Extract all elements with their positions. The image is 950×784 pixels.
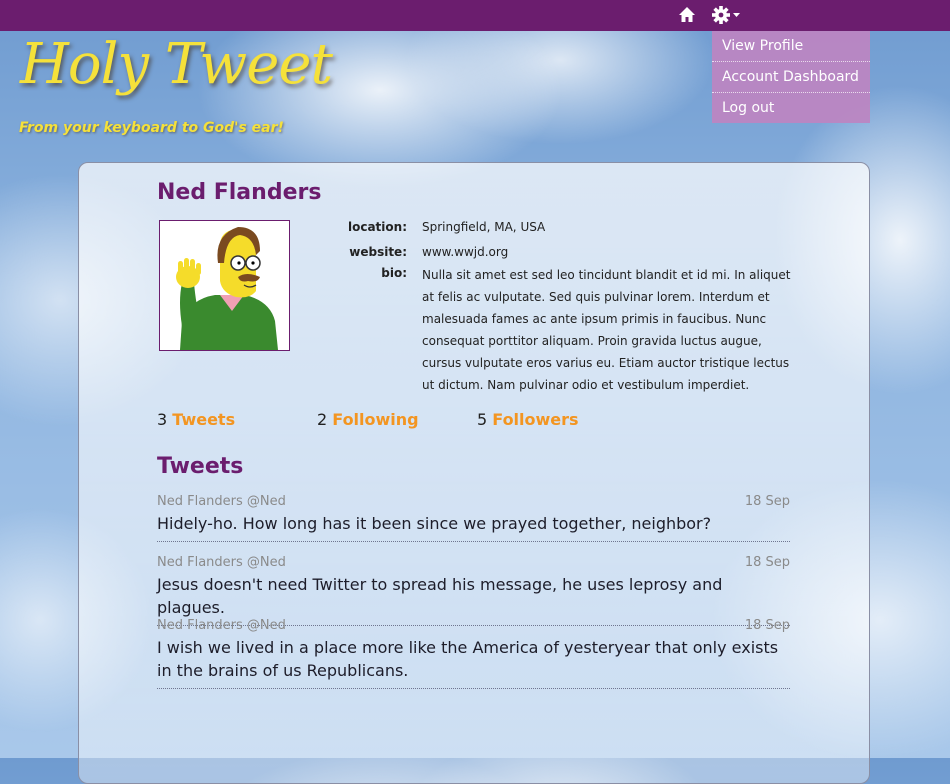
site-tagline: From your keyboard to God's ear! [19, 120, 284, 136]
followers-count: 5 [477, 410, 488, 429]
tweets-count: 3 [157, 410, 168, 429]
tweet-item: Ned Flanders @Ned 18 Sep I wish we lived… [157, 618, 790, 689]
menu-item-account-dashboard[interactable]: Account Dashboard [712, 62, 870, 93]
settings-menu-button[interactable] [711, 5, 743, 25]
home-icon[interactable] [677, 5, 697, 25]
tweet-author[interactable]: Ned Flanders @Ned [157, 494, 286, 509]
tweet-author[interactable]: Ned Flanders @Ned [157, 555, 286, 570]
menu-item-view-profile[interactable]: View Profile [712, 31, 870, 62]
tweet-date: 18 Sep [744, 618, 790, 633]
tweets-link[interactable]: Tweets [172, 410, 235, 429]
tweets-section-title: Tweets [157, 454, 244, 479]
following-count: 2 [317, 410, 328, 429]
website-label: website: [349, 245, 407, 259]
website-link[interactable]: www.wwjd.org [422, 245, 508, 259]
tweet-author[interactable]: Ned Flanders @Ned [157, 618, 286, 633]
settings-dropdown-menu: View Profile Account Dashboard Log out [712, 31, 870, 123]
bio-text: Nulla sit amet est sed leo tincidunt bla… [422, 268, 791, 392]
stat-tweets[interactable]: 3 Tweets [157, 410, 235, 429]
location-label: location: [347, 220, 407, 234]
tweet-date: 18 Sep [744, 555, 790, 570]
gear-icon [712, 6, 740, 24]
stat-following[interactable]: 2 Following [317, 410, 419, 429]
bio-label: bio: [381, 266, 407, 280]
site-logo[interactable]: Holy Tweet [20, 32, 333, 97]
caret-down-icon [733, 13, 740, 17]
profile-avatar [159, 220, 290, 351]
top-nav-bar [0, 0, 950, 31]
menu-item-log-out[interactable]: Log out [712, 93, 870, 123]
tweet-text: I wish we lived in a place more like the… [157, 638, 779, 680]
tweet-item: Ned Flanders @Ned 18 Sep Hidely-ho. How … [157, 494, 790, 542]
tweet-text: Hidely-ho. How long has it been since we… [157, 514, 712, 533]
location-value: Springfield, MA, USA [422, 220, 546, 234]
following-link[interactable]: Following [332, 410, 418, 429]
profile-name: Ned Flanders [157, 180, 322, 205]
followers-link[interactable]: Followers [492, 410, 578, 429]
stat-followers[interactable]: 5 Followers [477, 410, 579, 429]
tweet-item: Ned Flanders @Ned 18 Sep Jesus doesn't n… [157, 555, 790, 626]
tweet-date: 18 Sep [744, 494, 790, 509]
